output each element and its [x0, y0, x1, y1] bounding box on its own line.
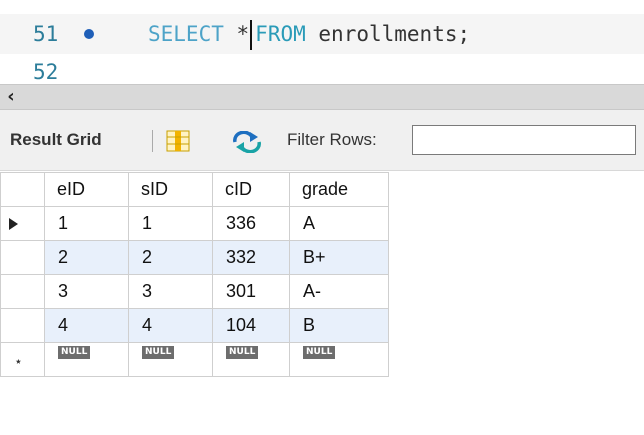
cell-cid[interactable]: 301: [212, 274, 290, 309]
cell-grade[interactable]: B+: [289, 240, 389, 275]
keyword-from: FROM: [255, 22, 306, 46]
null-badge: NULL: [142, 346, 175, 359]
line-number: 52: [33, 60, 59, 84]
new-row[interactable]: ⋆ NULL NULL NULL NULL: [0, 342, 389, 377]
statement-marker-icon: [84, 29, 94, 39]
table-name-token: enrollments;: [318, 22, 471, 46]
cell-cid[interactable]: NULL: [212, 342, 290, 377]
filter-rows-input[interactable]: [412, 125, 636, 155]
editor-line-51[interactable]: 51 SELECT * FROM enrollments;: [0, 14, 644, 54]
header-row: eID sID cID grade: [0, 172, 389, 207]
column-header-sid[interactable]: sID: [128, 172, 213, 207]
cell-grade[interactable]: A: [289, 206, 389, 241]
cell-eid[interactable]: 3: [44, 274, 129, 309]
cell-sid[interactable]: 2: [128, 240, 213, 275]
cell-sid[interactable]: 1: [128, 206, 213, 241]
column-header-eid[interactable]: eID: [44, 172, 129, 207]
null-badge: NULL: [58, 346, 91, 359]
result-grid-label[interactable]: Result Grid: [10, 130, 102, 150]
cell-sid[interactable]: 4: [128, 308, 213, 343]
filter-rows-label: Filter Rows:: [287, 130, 377, 149]
keyword-select: SELECT: [148, 22, 224, 46]
scroll-left-arrow-icon[interactable]: ‹: [2, 85, 20, 109]
cell-grade[interactable]: NULL: [289, 342, 389, 377]
sql-statement[interactable]: SELECT * FROM enrollments;: [148, 14, 470, 54]
cell-eid[interactable]: NULL: [44, 342, 129, 377]
cell-eid[interactable]: 4: [44, 308, 129, 343]
cell-eid[interactable]: 1: [44, 206, 129, 241]
asterisk-token: *: [236, 22, 250, 46]
cell-grade[interactable]: A-: [289, 274, 389, 309]
table-row[interactable]: 4 4 104 B: [0, 308, 389, 343]
cell-eid[interactable]: 2: [44, 240, 129, 275]
column-header-cid[interactable]: cID: [212, 172, 290, 207]
cell-sid[interactable]: NULL: [128, 342, 213, 377]
row-selector[interactable]: [0, 240, 45, 275]
sql-editor[interactable]: 51 SELECT * FROM enrollments; 52: [0, 0, 644, 84]
row-selector[interactable]: ⋆: [0, 342, 45, 377]
toolbar-divider: [152, 130, 153, 152]
cell-cid[interactable]: 104: [212, 308, 290, 343]
line-number: 51: [33, 22, 59, 46]
editor-line-52[interactable]: 52: [0, 60, 644, 84]
null-badge: NULL: [303, 346, 336, 359]
grid-layout-icon[interactable]: [166, 130, 190, 152]
column-header-grade[interactable]: grade: [289, 172, 389, 207]
row-selector[interactable]: [0, 308, 45, 343]
horizontal-scrollbar[interactable]: ‹: [0, 84, 644, 110]
result-toolbar: Result Grid Filter Rows:: [0, 110, 644, 171]
table-row[interactable]: 3 3 301 A-: [0, 274, 389, 309]
cell-cid[interactable]: 336: [212, 206, 290, 241]
cell-grade[interactable]: B: [289, 308, 389, 343]
new-row-asterisk-icon: ⋆: [14, 353, 23, 369]
row-selector[interactable]: [0, 206, 45, 241]
text-cursor: [250, 20, 253, 50]
refresh-icon[interactable]: [232, 131, 262, 153]
table-row[interactable]: 2 2 332 B+: [0, 240, 389, 275]
row-selector[interactable]: [0, 274, 45, 309]
result-grid-table: eID sID cID grade 1 1 336 A 2 2 332 B+ 3…: [0, 172, 389, 377]
null-badge: NULL: [226, 346, 259, 359]
cell-sid[interactable]: 3: [128, 274, 213, 309]
corner-cell[interactable]: [0, 172, 45, 207]
cell-cid[interactable]: 332: [212, 240, 290, 275]
current-row-pointer-icon: [9, 218, 18, 230]
table-row[interactable]: 1 1 336 A: [0, 206, 389, 241]
